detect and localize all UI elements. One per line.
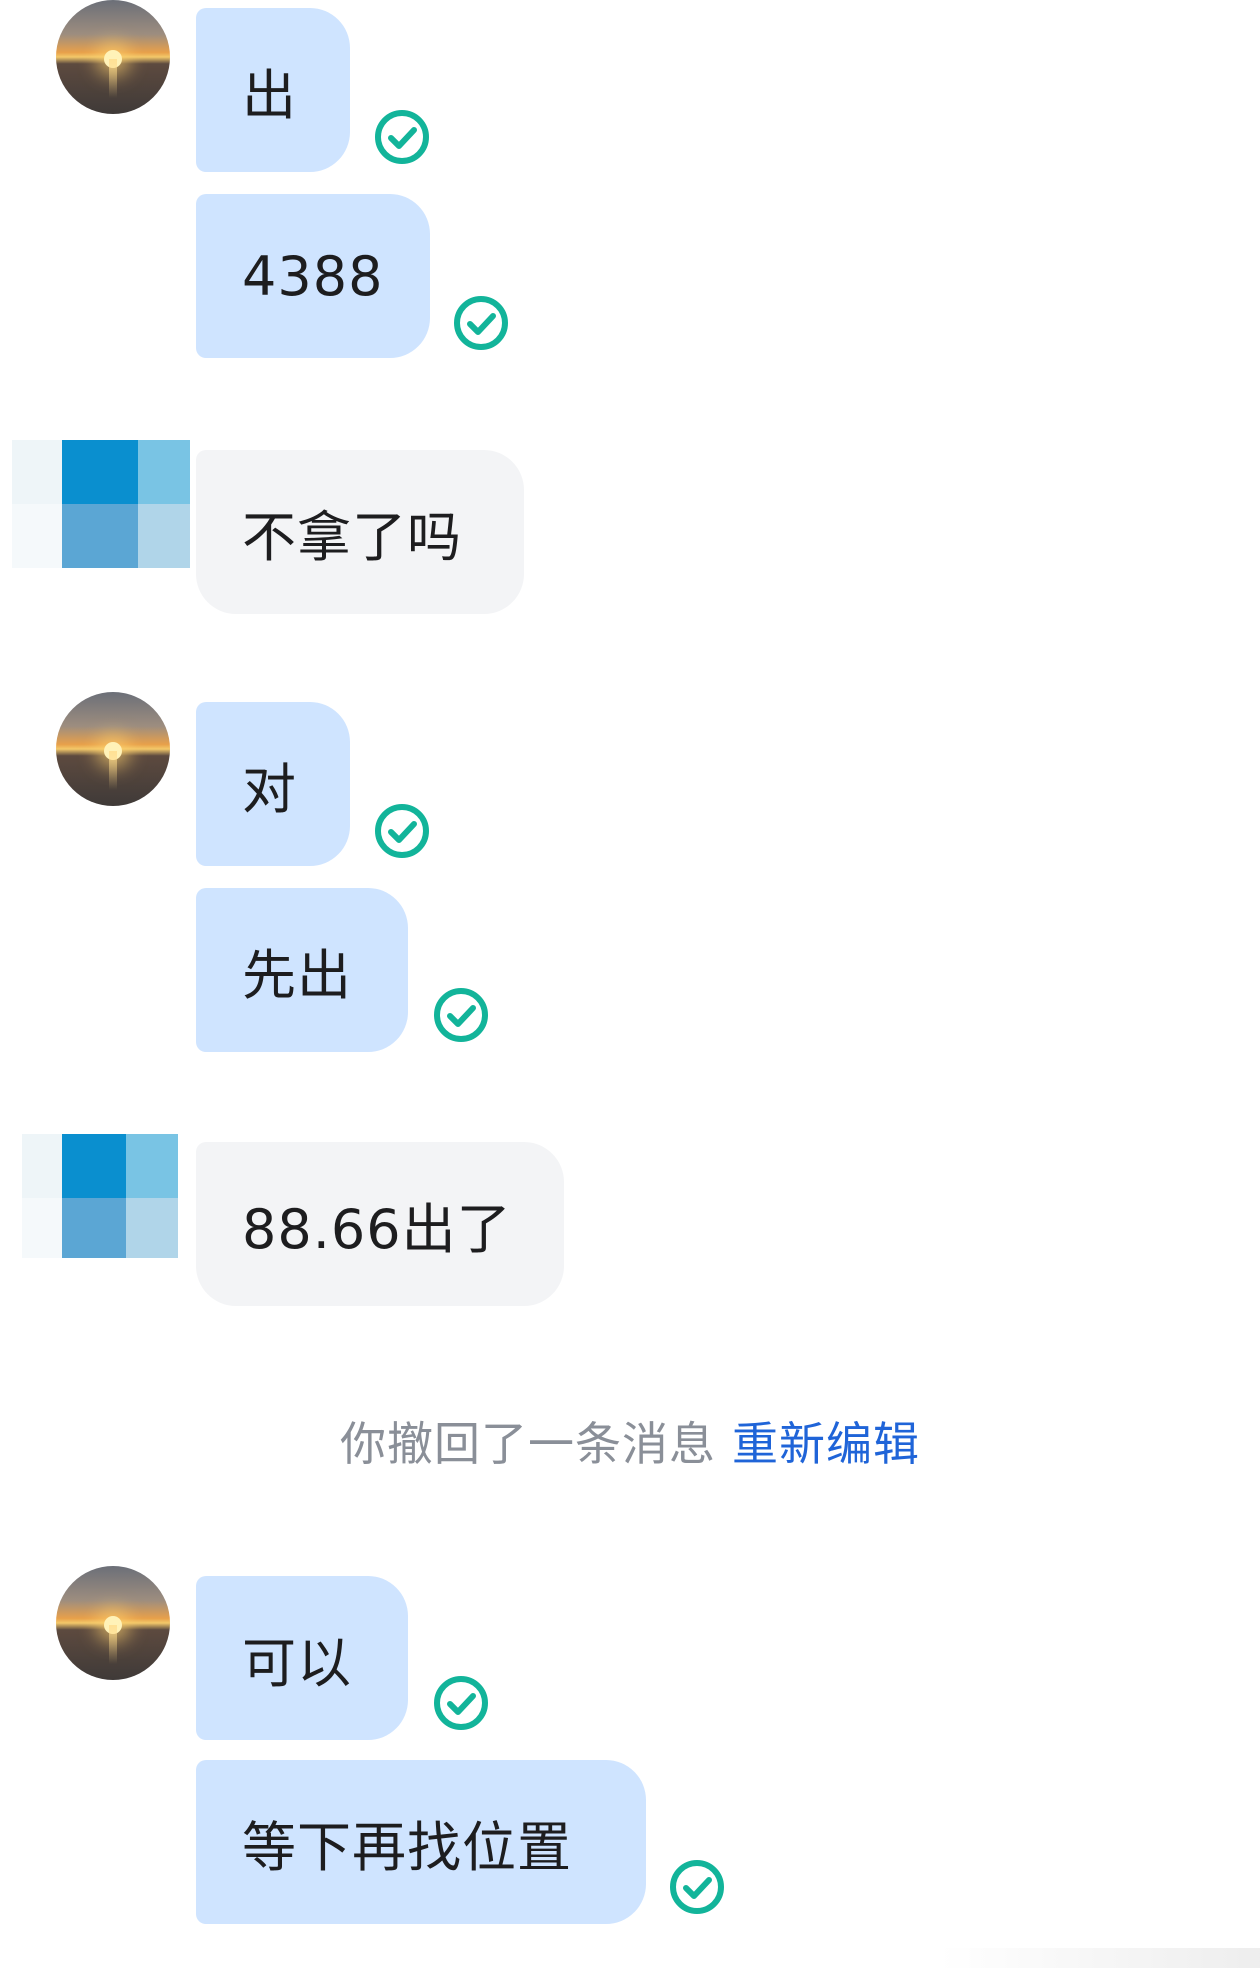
message-text: 出	[242, 63, 297, 127]
message-bubble[interactable]: 4388	[196, 194, 430, 358]
message-text: 先出	[242, 943, 352, 1007]
contact-avatar[interactable]	[12, 400, 190, 568]
avatar-tile	[62, 440, 138, 504]
recall-notice: 你撤回了一条消息 重新编辑	[0, 1408, 1260, 1474]
avatar-tile	[62, 504, 138, 568]
avatar-tile	[126, 1134, 178, 1198]
message-bubble[interactable]: 先出	[196, 888, 408, 1052]
message-text: 不拿了吗	[242, 505, 462, 569]
avatar-tile	[62, 1134, 126, 1198]
check-circle-icon	[668, 1858, 726, 1916]
check-circle-icon	[452, 294, 510, 352]
avatar-tile	[12, 504, 62, 568]
check-circle-icon	[432, 1674, 490, 1732]
bottom-edge-fade	[940, 1948, 1260, 1968]
check-circle-icon	[373, 802, 431, 860]
message-text: 等下再找位置	[242, 1815, 572, 1879]
message-text: 对	[242, 757, 297, 821]
message-text: 4388	[242, 244, 384, 308]
message-bubble[interactable]: 出	[196, 8, 350, 172]
message-bubble[interactable]: 对	[196, 702, 350, 866]
check-circle-icon	[432, 986, 490, 1044]
avatar-tile	[22, 1198, 62, 1258]
recall-notice-text: 你撤回了一条消息	[340, 1417, 716, 1471]
re-edit-link[interactable]: 重新编辑	[732, 1417, 920, 1471]
avatar-tile	[138, 504, 190, 568]
chat-history: 出 4388 不拿了吗 对 先出 88.66出了 你撤回了一条消息 重新编辑 可…	[0, 0, 1260, 1968]
check-circle-icon	[373, 108, 431, 166]
message-bubble[interactable]: 可以	[196, 1576, 408, 1740]
contact-avatar[interactable]	[22, 1090, 200, 1258]
avatar-tile	[138, 440, 190, 504]
self-avatar[interactable]	[56, 692, 170, 806]
self-avatar[interactable]	[56, 1566, 170, 1680]
message-text: 可以	[242, 1631, 352, 1695]
message-text: 88.66出了	[242, 1197, 512, 1261]
avatar-tile	[126, 1198, 178, 1258]
self-avatar[interactable]	[56, 0, 170, 114]
avatar-tile	[22, 1134, 62, 1198]
avatar-tile	[12, 440, 62, 504]
message-bubble[interactable]: 等下再找位置	[196, 1760, 646, 1924]
avatar-tile	[62, 1198, 126, 1258]
message-bubble[interactable]: 不拿了吗	[196, 450, 524, 614]
message-bubble[interactable]: 88.66出了	[196, 1142, 564, 1306]
